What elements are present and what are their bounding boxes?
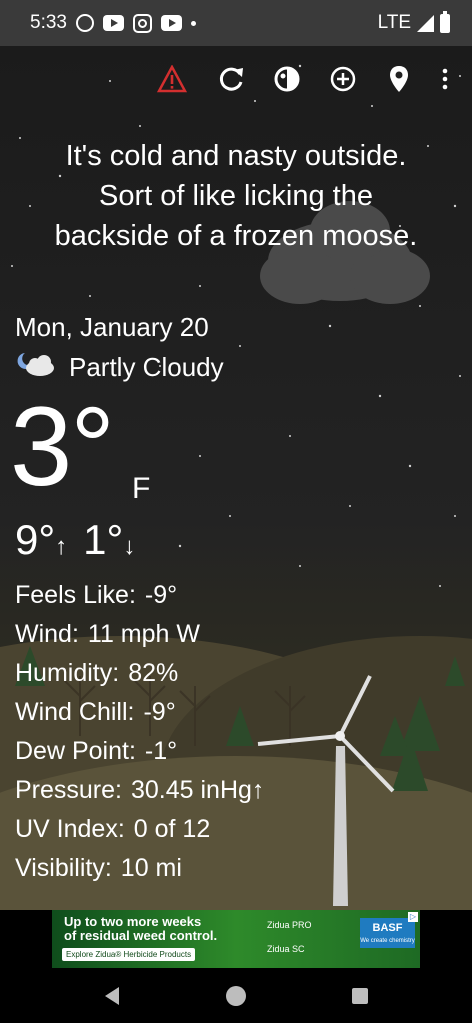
- weather-scene: It's cold and nasty outside. Sort of lik…: [0, 46, 472, 910]
- detail-value: -9°: [144, 581, 178, 609]
- current-temperature: 3°: [10, 384, 115, 509]
- detail-row-wind-chill: Wind Chill: -9°: [15, 693, 264, 732]
- toolbar: [0, 46, 472, 112]
- status-left: 5:33: [30, 12, 196, 34]
- status-right: LTE: [377, 10, 450, 34]
- instagram-icon: [132, 13, 152, 33]
- detail-label: Wind:: [15, 620, 79, 648]
- detail-value: 10 mi: [120, 854, 182, 882]
- condition-label: Partly Cloudy: [69, 352, 224, 382]
- detail-label: UV Index:: [15, 815, 125, 843]
- ad-product-2: Zidua SC: [267, 944, 305, 954]
- detail-row-humidity: Humidity: 82%: [15, 654, 264, 693]
- weather-details: Feels Like: -9° Wind: 11 mph W Humidity:…: [15, 576, 264, 888]
- detail-row-wind: Wind: 11 mph W: [15, 615, 264, 654]
- high-temp-group: 9°↑: [15, 516, 67, 564]
- low-temp-group: 1°↓: [83, 516, 135, 564]
- detail-value: 30.45 inHg↑: [130, 776, 265, 804]
- message-line-2: Sort of like licking the: [98, 180, 373, 212]
- low-temp: 1°: [83, 516, 124, 563]
- detail-label: Wind Chill:: [15, 698, 135, 726]
- back-icon[interactable]: [100, 984, 124, 1008]
- nav-bar: [0, 970, 472, 1023]
- signal-icon: [417, 14, 434, 32]
- add-location-icon[interactable]: [326, 62, 360, 96]
- detail-row-pressure: Pressure: 30.45 inHg↑: [15, 771, 264, 810]
- down-arrow-icon: ↓: [123, 533, 136, 560]
- detail-value: 11 mph W: [87, 620, 200, 648]
- ad-brand-name: BASF: [372, 922, 403, 934]
- ad-brand-logo: BASF We create chemistry: [360, 918, 415, 948]
- detail-value: -1°: [144, 737, 178, 765]
- network-label: LTE: [377, 12, 411, 33]
- detail-label: Dew Point:: [15, 737, 136, 765]
- battery-icon: [440, 10, 450, 33]
- status-time: 5:33: [30, 12, 67, 33]
- high-temp: 9°: [15, 516, 56, 563]
- up-arrow-icon: ↑: [55, 533, 68, 560]
- detail-value: -9°: [143, 698, 176, 726]
- detail-value: 82%: [128, 659, 179, 687]
- location-icon[interactable]: [382, 62, 416, 96]
- alarm-icon: [75, 14, 94, 32]
- theme-icon[interactable]: [270, 62, 304, 96]
- detail-row-dew-point: Dew Point: -1°: [15, 732, 264, 771]
- ad-headline-line-1: Up to two more weeks: [64, 914, 202, 929]
- weather-message: It's cold and nasty outside. Sort of lik…: [0, 136, 472, 256]
- warning-icon[interactable]: [155, 62, 189, 96]
- condition: Partly Cloudy: [15, 350, 224, 385]
- status-bar: 5:33 LTE: [0, 0, 472, 46]
- ad-info-icon[interactable]: ▷: [408, 912, 418, 922]
- youtube-icon: [102, 15, 124, 31]
- detail-label: Pressure:: [15, 776, 122, 804]
- recents-icon[interactable]: [348, 984, 372, 1008]
- date-label: Mon, January 20: [15, 312, 209, 342]
- refresh-icon[interactable]: [214, 62, 248, 96]
- detail-label: Humidity:: [15, 659, 120, 687]
- home-icon[interactable]: [224, 984, 248, 1008]
- high-low: 9°↑ 1°↓: [15, 516, 135, 564]
- detail-row-feels-like: Feels Like: -9°: [15, 576, 264, 615]
- more-icon[interactable]: [430, 62, 460, 96]
- detail-row-uv-index: UV Index: 0 of 12: [15, 810, 264, 849]
- message-line-1: It's cold and nasty outside.: [65, 140, 407, 172]
- temperature-unit: F: [132, 472, 151, 505]
- ad-brand-tagline: We create chemistry: [360, 938, 415, 944]
- detail-label: Visibility:: [15, 854, 112, 882]
- ad-cta-button[interactable]: Explore Zidua® Herbicide Products: [62, 948, 196, 961]
- partly-cloudy-night-icon: [15, 350, 59, 385]
- detail-label: Feels Like:: [15, 581, 136, 609]
- detail-row-visibility: Visibility: 10 mi: [15, 849, 264, 888]
- message-line-3: backside of a frozen moose.: [54, 220, 418, 252]
- ad-product-1: Zidua PRO: [267, 920, 312, 930]
- dot-icon: [190, 20, 196, 26]
- ad-headline-line-2: of residual weed control.: [64, 928, 218, 943]
- detail-value: 0 of 12: [133, 815, 211, 843]
- ad-banner[interactable]: Up to two more weeks of residual weed co…: [52, 910, 420, 968]
- ad-bar: Up to two more weeks of residual weed co…: [0, 910, 472, 970]
- youtube-icon: [160, 15, 182, 31]
- ad-headline: Up to two more weeks of residual weed co…: [64, 915, 217, 943]
